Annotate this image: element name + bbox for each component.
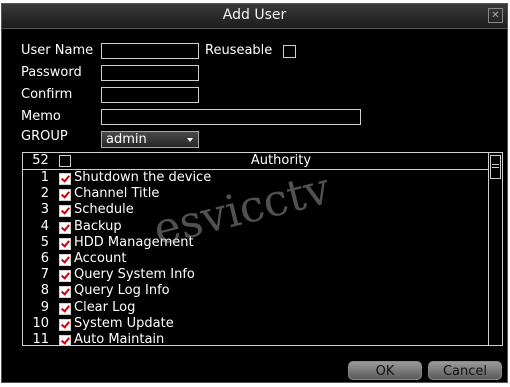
user-name-field[interactable]	[101, 43, 199, 59]
row-checkbox[interactable]	[59, 205, 71, 218]
row-label: Account	[74, 250, 127, 266]
row-checkbox[interactable]	[59, 286, 71, 299]
row-label: System Update	[74, 315, 174, 331]
row-label: Query System Info	[74, 267, 195, 283]
row-label: Schedule	[74, 202, 134, 218]
authority-row[interactable]: 9 Clear Log	[23, 300, 489, 316]
row-label: Channel Title	[74, 186, 160, 202]
authority-row[interactable]: 7 Query System Info	[23, 267, 489, 283]
authority-row[interactable]: 3 Schedule	[23, 202, 489, 218]
row-label: Shutdown the device	[74, 170, 212, 185]
reuseable-checkbox[interactable]	[283, 45, 296, 58]
authority-header: 52 Authority	[23, 153, 489, 170]
row-label: HDD Management	[74, 234, 194, 250]
row-number: 2	[40, 186, 49, 202]
row-number: 9	[40, 299, 49, 315]
authority-row[interactable]: 2 Channel Title	[23, 186, 489, 202]
ok-button[interactable]: OK	[348, 361, 422, 380]
row-number: 6	[40, 250, 49, 266]
row-number: 10	[32, 315, 49, 331]
row-checkbox[interactable]	[59, 189, 71, 202]
dialog-title: Add User	[222, 7, 287, 23]
scrollbar-thumb[interactable]	[490, 155, 501, 179]
authority-table: 52 Authority 1 Shutdown the device 2 Chann…	[22, 152, 503, 346]
row-label: Auto Maintain	[74, 331, 165, 346]
memo-field[interactable]	[101, 109, 361, 125]
authority-row[interactable]: 11 Auto Maintain	[23, 331, 489, 346]
row-number: 7	[40, 267, 49, 283]
authority-count: 52	[32, 153, 49, 168]
group-select[interactable]: admin	[101, 131, 199, 148]
row-checkbox[interactable]	[59, 253, 71, 266]
row-number: 8	[40, 283, 49, 299]
cancel-button[interactable]: Cancel	[428, 361, 502, 380]
reuseable-label: Reuseable	[205, 43, 273, 58]
add-user-dialog: Add User ✕ User Name Reuseable Password …	[1, 3, 508, 383]
row-number: 3	[40, 202, 49, 218]
row-checkbox[interactable]	[59, 173, 71, 185]
row-checkbox[interactable]	[59, 302, 71, 315]
row-label: Backup	[74, 218, 122, 234]
row-checkbox[interactable]	[59, 318, 71, 331]
authority-row[interactable]: 1 Shutdown the device	[23, 170, 489, 186]
authority-row[interactable]: 8 Query Log Info	[23, 283, 489, 299]
row-label: Clear Log	[74, 299, 136, 315]
row-number: 4	[40, 218, 49, 234]
close-icon[interactable]: ✕	[488, 8, 503, 23]
authority-row[interactable]: 10 System Update	[23, 316, 489, 332]
authority-header-label: Authority	[250, 153, 312, 168]
row-checkbox[interactable]	[59, 221, 71, 234]
grip-line-icon	[492, 167, 499, 168]
confirm-label: Confirm	[21, 87, 73, 102]
row-checkbox[interactable]	[59, 270, 71, 283]
row-checkbox[interactable]	[59, 237, 71, 250]
row-number: 1	[40, 170, 49, 185]
authority-row[interactable]: 5 HDD Management	[23, 235, 489, 251]
authority-rows: 1 Shutdown the device 2 Channel Title 3 Sch…	[23, 170, 489, 346]
row-label: Query Log Info	[74, 283, 170, 299]
confirm-password-field[interactable]	[101, 87, 199, 103]
group-label: GROUP	[21, 129, 68, 144]
title-bar: Add User ✕	[2, 4, 507, 29]
password-label: Password	[21, 65, 82, 80]
row-number: 5	[40, 234, 49, 250]
chevron-down-icon	[187, 138, 193, 142]
grip-line-icon	[492, 164, 499, 165]
authority-scrollbar[interactable]	[488, 153, 502, 345]
user-name-label: User Name	[21, 43, 94, 58]
authority-row[interactable]: 4 Backup	[23, 219, 489, 235]
row-number: 11	[32, 331, 49, 346]
password-field[interactable]	[101, 65, 199, 81]
group-select-value: admin	[106, 132, 147, 147]
authority-row[interactable]: 6 Account	[23, 251, 489, 267]
memo-label: Memo	[21, 109, 61, 124]
row-checkbox[interactable]	[59, 334, 71, 345]
select-all-checkbox[interactable]	[59, 155, 71, 167]
